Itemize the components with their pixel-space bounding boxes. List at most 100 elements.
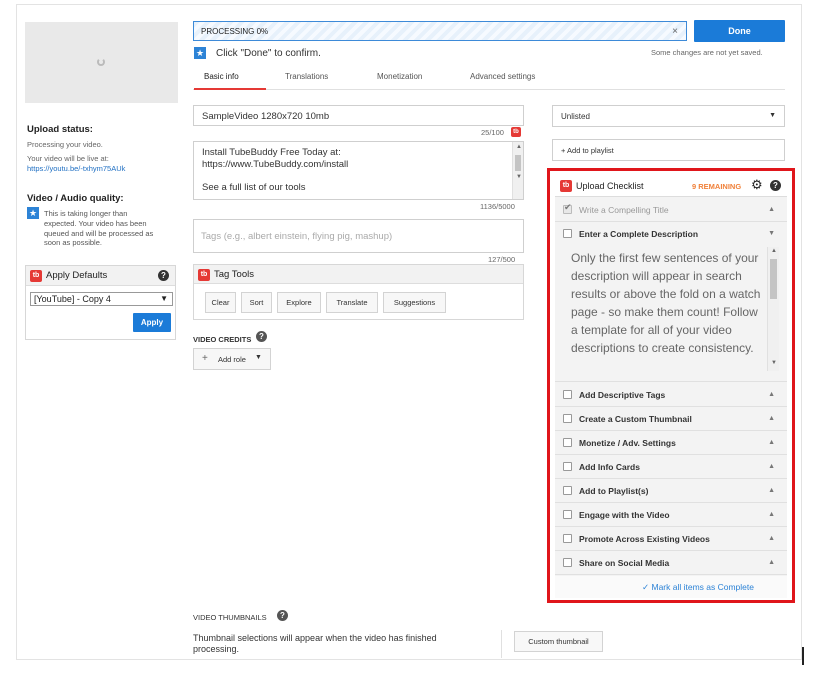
description-counter: 1136/5000 [480,202,515,211]
description-help-text: Only the first few sentences of your des… [571,251,761,355]
dropdown-arrow-icon: ▼ [160,294,168,303]
help-icon[interactable]: ? [770,180,781,191]
confirm-text: Click "Done" to confirm. [216,48,321,59]
chevron-up-icon: ▲ [768,415,775,422]
chevron-down-icon: ▼ [768,230,775,237]
checklist-item-playlists[interactable]: Add to Playlist(s) ▲ [555,479,787,503]
scroll-up-icon[interactable]: ▲ [516,144,522,150]
gear-icon[interactable]: ⚙ [751,177,763,193]
checklist-item-label: Add to Playlist(s) [579,486,649,496]
tab-translations[interactable]: Translations [285,72,328,81]
help-scrollbar[interactable]: ▲ ▼ [767,247,779,371]
scroll-up-icon[interactable]: ▲ [771,248,777,254]
done-button[interactable]: Done [694,20,785,42]
checkbox[interactable] [563,390,572,399]
explore-tags-button[interactable]: Explore [277,292,321,313]
checklist-item-label: Add Descriptive Tags [579,390,666,400]
chevron-up-icon: ▲ [768,391,775,398]
active-tab-indicator [194,88,266,90]
upload-status-label: Upload status: [27,124,93,135]
translate-tags-button[interactable]: Translate [326,292,378,313]
apply-button[interactable]: Apply [133,313,171,332]
help-icon[interactable]: ? [158,270,169,281]
checklist-title: Upload Checklist [576,181,644,191]
checklist-item-social[interactable]: Share on Social Media ▲ [555,551,787,575]
title-input[interactable]: SampleVideo 1280x720 10mb [193,105,524,126]
clear-tags-button[interactable]: Clear [205,292,236,313]
description-scrollbar[interactable]: ▲ ▼ [512,142,523,199]
checklist-item-tags[interactable]: Add Descriptive Tags ▲ [555,383,787,407]
suggestions-button[interactable]: Suggestions [383,292,446,313]
checklist-header: tb Upload Checklist 9 REMAINING ⚙ ? [555,175,787,197]
defaults-select[interactable]: [YouTube] - Copy 4 ▼ [30,292,173,306]
mark-all-complete-link[interactable]: ✓ Mark all items as Complete [642,582,754,593]
close-icon[interactable]: × [672,26,678,37]
dropdown-arrow-icon: ▼ [769,112,776,119]
tag-tools-title: Tag Tools [214,269,254,280]
tubebuddy-logo-icon: tb [198,269,210,281]
chevron-up-icon: ▲ [768,439,775,446]
tab-monetization[interactable]: Monetization [377,72,422,81]
description-textarea[interactable]: Install TubeBuddy Free Today at: https:/… [193,141,524,200]
checkbox[interactable] [563,438,572,447]
tubebuddy-logo-icon: tb [30,270,42,282]
checkbox[interactable] [563,510,572,519]
processing-label: PROCESSING 0% [201,27,269,36]
tab-advanced-settings[interactable]: Advanced settings [470,72,535,81]
visibility-select[interactable]: Unlisted ▼ [552,105,785,127]
checklist-item-thumbnail[interactable]: Create a Custom Thumbnail ▲ [555,407,787,431]
video-thumbnails-label: VIDEO THUMBNAILS [193,613,267,622]
checklist-item-title[interactable]: ✔ Write a Compelling Title ▲ [555,198,787,222]
help-icon[interactable]: ? [277,610,288,621]
checklist-item-label: Write a Compelling Title [579,205,669,215]
description-line: See a full list of our tools [202,181,306,193]
thumbnails-note: Thumbnail selections will appear when th… [193,633,437,654]
checklist-item-label: Add Info Cards [579,462,640,472]
checklist-item-promote[interactable]: Promote Across Existing Videos ▲ [555,527,787,551]
upload-checklist-panel: tb Upload Checklist 9 REMAINING ⚙ ? ✔ Wr… [547,168,795,603]
scroll-down-icon[interactable]: ▼ [771,360,777,366]
chevron-up-icon: ▲ [768,535,775,542]
checkbox[interactable] [563,486,572,495]
scrollbar-thumb[interactable] [515,155,521,171]
tubebuddy-icon[interactable]: tb [511,127,521,137]
video-link[interactable]: https://youtu.be/-txhym75AUk [27,164,125,174]
tab-basic-info[interactable]: Basic info [204,72,239,81]
add-role-button[interactable]: + Add role ▼ [193,348,271,370]
processing-status-text: Processing your video. [27,140,103,149]
quality-note: This is taking longer than expected. You… [44,209,154,248]
checkbox[interactable] [563,229,572,238]
checklist-item-label: Share on Social Media [579,558,670,568]
text-cursor [802,647,804,665]
checkbox[interactable] [563,414,572,423]
tags-counter: 127/500 [488,255,516,264]
description-line: Install TubeBuddy Free Today at: [202,147,341,158]
checklist-item-engage[interactable]: Engage with the Video ▲ [555,503,787,527]
checkbox[interactable] [563,534,572,543]
help-icon[interactable]: ? [256,331,267,342]
not-saved-text: Some changes are not yet saved. [651,48,763,57]
plus-icon: + [202,353,208,364]
apply-defaults-title: Apply Defaults [46,270,108,281]
scrollbar-thumb[interactable] [770,259,777,299]
checklist-item-info-cards[interactable]: Add Info Cards ▲ [555,455,787,479]
sort-tags-button[interactable]: Sort [241,292,272,313]
chevron-up-icon: ▲ [768,559,775,566]
loading-spinner-icon [97,58,105,66]
tags-placeholder: Tags (e.g., albert einstein, flying pig,… [201,231,393,242]
tags-input[interactable]: Tags (e.g., albert einstein, flying pig,… [193,219,524,253]
description-text: Install TubeBuddy Free Today at: https:/… [202,147,348,193]
custom-thumbnail-button[interactable]: Custom thumbnail [514,631,603,652]
visibility-value: Unlisted [561,112,590,121]
checkbox[interactable] [563,462,572,471]
tubebuddy-logo-icon: tb [560,180,572,192]
chevron-up-icon: ▲ [768,511,775,518]
dropdown-arrow-icon: ▼ [255,354,262,361]
checkbox[interactable] [563,558,572,567]
add-to-playlist-button[interactable]: + Add to playlist [552,139,785,161]
checklist-item-label: Promote Across Existing Videos [579,534,710,544]
scroll-down-icon[interactable]: ▼ [516,174,522,180]
remaining-badge: 9 REMAINING [692,182,742,191]
checklist-item-label: Enter a Complete Description [579,229,699,239]
checklist-item-monetize[interactable]: Monetize / Adv. Settings ▲ [555,431,787,455]
